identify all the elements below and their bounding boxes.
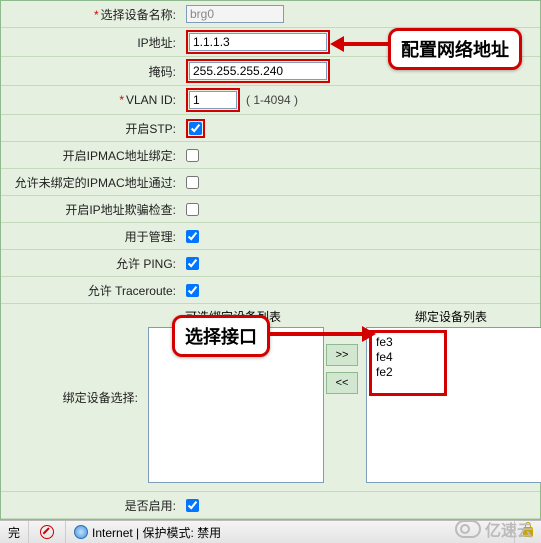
label-ip: IP地址: [137, 36, 176, 50]
brand-watermark: 亿速云 [455, 517, 533, 541]
arrow-icon [270, 326, 376, 342]
config-form: *选择设备名称: IP地址: 掩码: *VLAN ID: ( 1-4094 ) … [0, 0, 541, 520]
traceroute-checkbox[interactable] [186, 284, 199, 297]
label-ipmac-pass: 允许未绑定的IPMAC地址通过: [15, 176, 176, 190]
ip-input[interactable] [189, 33, 327, 51]
label-stp: 开启STP: [125, 122, 176, 136]
stp-checkbox[interactable] [189, 122, 202, 135]
vlan-input[interactable] [189, 91, 237, 109]
status-done: 完 [0, 521, 29, 543]
bound-list[interactable]: fe3 fe4 fe2 [366, 327, 541, 483]
mask-input[interactable] [189, 62, 327, 80]
label-vlan: VLAN ID: [126, 93, 176, 107]
bound-list-title: 绑定设备列表 [366, 308, 536, 325]
list-item[interactable]: fe3 [376, 335, 440, 350]
arrow-icon [330, 36, 388, 52]
callout-interface: 选择接口 [172, 315, 270, 357]
label-bind-select: 绑定设备选择: [1, 389, 144, 406]
list-item[interactable]: fe2 [376, 365, 440, 380]
label-device-name: 选择设备名称: [101, 8, 176, 22]
forbid-icon [40, 525, 54, 539]
label-ping: 允许 PING: [116, 257, 176, 271]
callout-network: 配置网络地址 [388, 28, 522, 70]
list-item[interactable]: fe4 [376, 350, 440, 365]
brand-icon [455, 520, 481, 538]
ipmac-pass-checkbox[interactable] [186, 176, 199, 189]
globe-icon [74, 525, 88, 539]
status-net: Internet | 保护模式: 禁用 [92, 524, 221, 541]
label-ipspoof: 开启IP地址欺骗检查: [65, 203, 176, 217]
ipspoof-checkbox[interactable] [186, 203, 199, 216]
mgmt-checkbox[interactable] [186, 230, 199, 243]
label-enable: 是否启用: [125, 499, 176, 513]
remove-button[interactable]: << [326, 372, 358, 394]
label-mask: 掩码: [149, 65, 176, 79]
bound-list-highlight: fe3 fe4 fe2 [369, 330, 447, 396]
device-name-input [186, 5, 284, 23]
ping-checkbox[interactable] [186, 257, 199, 270]
add-button[interactable]: >> [326, 344, 358, 366]
label-ipmac: 开启IPMAC地址绑定: [63, 149, 176, 163]
label-mgmt: 用于管理: [125, 230, 176, 244]
vlan-hint: ( 1-4094 ) [246, 93, 298, 107]
ipmac-checkbox[interactable] [186, 149, 199, 162]
label-traceroute: 允许 Traceroute: [88, 284, 176, 298]
